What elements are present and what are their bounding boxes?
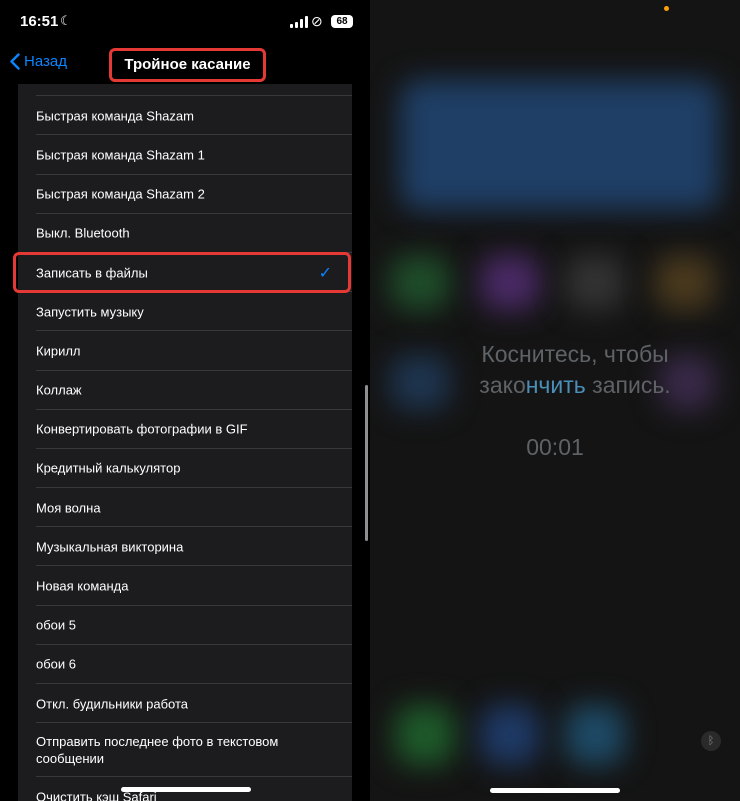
list-item-label: Выкл. Bluetooth (36, 225, 130, 241)
list-item-label: Моя волна (36, 500, 101, 516)
list-item-label: Быстрая команда Shazam 2 (36, 186, 205, 202)
recording-prompt-line-2: закончить запись. (410, 370, 740, 400)
status-time: 16:51 (20, 13, 59, 30)
settings-screen: 16:51 ☾ ⊘ 68 Назад Тройное касание Быстр… (0, 0, 370, 801)
blurred-app-icon (565, 255, 625, 310)
list-item[interactable]: Моя волна (18, 488, 352, 528)
list-item[interactable]: обои 5 (18, 606, 352, 645)
recording-prompt-line-1: Коснитесь, чтобы (410, 339, 740, 369)
list-item-label: обои 5 (36, 617, 77, 633)
list-item-label: Кредитный калькулятор (36, 460, 181, 476)
link-icon: ⊘ (311, 13, 323, 29)
list-item[interactable]: Отправить последнее фото в текстовом соо… (18, 723, 352, 778)
bluetooth-icon: ᛒ (701, 731, 721, 751)
shortcut-list: Быстрая команда Shazam Быстрая команда Sh… (18, 84, 352, 801)
list-item[interactable]: Кредитный калькулятор (18, 449, 352, 489)
moon-icon: ☾ (60, 13, 72, 28)
list-item[interactable]: Музыкальная викторина (18, 527, 352, 567)
blurred-widget (400, 80, 720, 210)
recording-screen[interactable]: Коснитесь, чтобы закончить запись. 00:01… (370, 0, 740, 801)
checkmark-icon: ✓ (318, 264, 332, 282)
list-item-label: Записать в файлы (36, 265, 148, 281)
list-item[interactable]: Выкл. Bluetooth (18, 214, 352, 253)
blurred-dock-icon (565, 705, 625, 765)
list-item-label: обои 6 (36, 656, 77, 672)
list-item[interactable]: Запустить музыку (18, 292, 352, 332)
list-item[interactable] (18, 57, 352, 97)
list-item[interactable]: Новая команда (18, 566, 352, 606)
list-item-label: Отправить последнее фото в текстовом соо… (36, 734, 279, 767)
list-item-label: Быстрая команда Shazam (36, 108, 194, 124)
home-indicator[interactable] (121, 787, 251, 792)
recording-prompt-word: зако (479, 372, 526, 398)
blurred-dock-icon (480, 705, 540, 765)
blurred-app-icon (480, 255, 540, 310)
recording-prompt-word: , чтобы (591, 341, 669, 367)
list-item[interactable]: Быстрая команда Shazam (18, 96, 352, 136)
recording-prompt-word: запись. (585, 372, 671, 398)
list-item-label: Откл. будильники работа (36, 696, 189, 712)
list-item-label: Кирилл (36, 343, 81, 359)
list-item-label: Быстрая команда Shazam 1 (36, 147, 205, 163)
list-item[interactable]: Конвертировать фотографии в GIF (18, 410, 352, 449)
status-bar: 16:51 ☾ ⊘ 68 (0, 0, 370, 44)
list-item[interactable]: Быстрая команда Shazam 2 (18, 175, 352, 214)
list-item[interactable]: Откл. будильники работа (18, 684, 352, 724)
blurred-app-icon (390, 255, 450, 310)
list-item[interactable]: обои 6 (18, 645, 352, 684)
blurred-dock-icon (395, 705, 455, 765)
recording-timer: 00:01 (526, 434, 584, 460)
list-item-label: Коллаж (36, 382, 82, 398)
recording-prompt-word: нчить (525, 372, 586, 398)
list-item[interactable]: Кирилл (18, 331, 352, 371)
signal-icon (290, 16, 310, 28)
home-indicator[interactable] (490, 788, 620, 793)
scrollbar[interactable] (365, 385, 368, 541)
list-item[interactable]: Коллаж (18, 371, 352, 410)
recording-prompt-word: Коснитесь (481, 341, 592, 367)
blurred-app-icon (655, 255, 715, 310)
list-item-label: Музыкальная викторина (36, 539, 184, 555)
list-item-label: Конвертировать фотографии в GIF (36, 421, 248, 437)
list-item[interactable]: Записать в файлы ✓ (18, 253, 352, 293)
list-item[interactable]: Быстрая команда Shazam 1 (18, 135, 352, 175)
battery-indicator: 68 (331, 15, 353, 28)
list-item-label: Запустить музыку (36, 304, 144, 320)
list-item-label: Новая команда (36, 578, 129, 594)
recording-indicator-dot (664, 6, 669, 11)
